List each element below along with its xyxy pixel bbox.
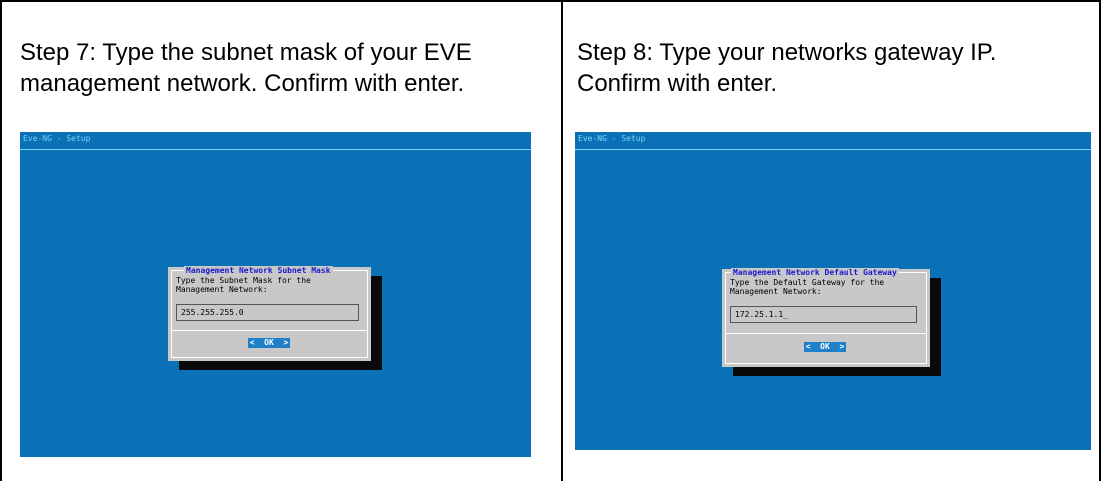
terminal-title-rule [20,149,531,150]
step-8-caption-line-2: Confirm with enter. [577,70,778,97]
step-7-caption: Step 7: Type the subnet mask of your EVE… [20,37,540,99]
dialog-prompt: Type the Default Gateway for the Managem… [730,278,885,296]
column-divider [561,0,563,481]
subnet-mask-input[interactable]: 255.255.255.0 [176,304,359,321]
default-gateway-input[interactable]: 172.25.1.1_ [730,306,917,323]
step-8-caption-line-1: Step 8: Type your networks gateway IP. [577,39,997,66]
subnet-mask-dialog: Management Network Subnet Mask Type the … [168,266,371,361]
default-gateway-dialog: Management Network Default Gateway Type … [722,268,930,367]
terminal-title: Eve-NG - Setup [578,134,646,143]
step-7-terminal-screenshot: Eve-NG - Setup Management Network Subnet… [20,132,531,457]
dialog-title: Management Network Subnet Mask [184,266,333,275]
terminal-title-rule [575,149,1091,150]
dialog-prompt: Type the Subnet Mask for the Management … [176,276,311,294]
dialog-separator [726,333,926,334]
step-8-terminal-screenshot: Eve-NG - Setup Management Network Defaul… [575,132,1091,450]
ok-button[interactable]: < OK > [804,342,846,352]
dialog-title: Management Network Default Gateway [731,268,899,277]
terminal-title: Eve-NG - Setup [23,134,91,143]
step-8-caption: Step 8: Type your networks gateway IP. C… [577,37,1087,99]
step-7-caption-line-2: management network. Confirm with enter. [20,70,465,97]
ok-button[interactable]: < OK > [248,338,290,348]
dialog-separator [172,330,367,331]
step-7-caption-line-1: Step 7: Type the subnet mask of your EVE [20,39,472,66]
